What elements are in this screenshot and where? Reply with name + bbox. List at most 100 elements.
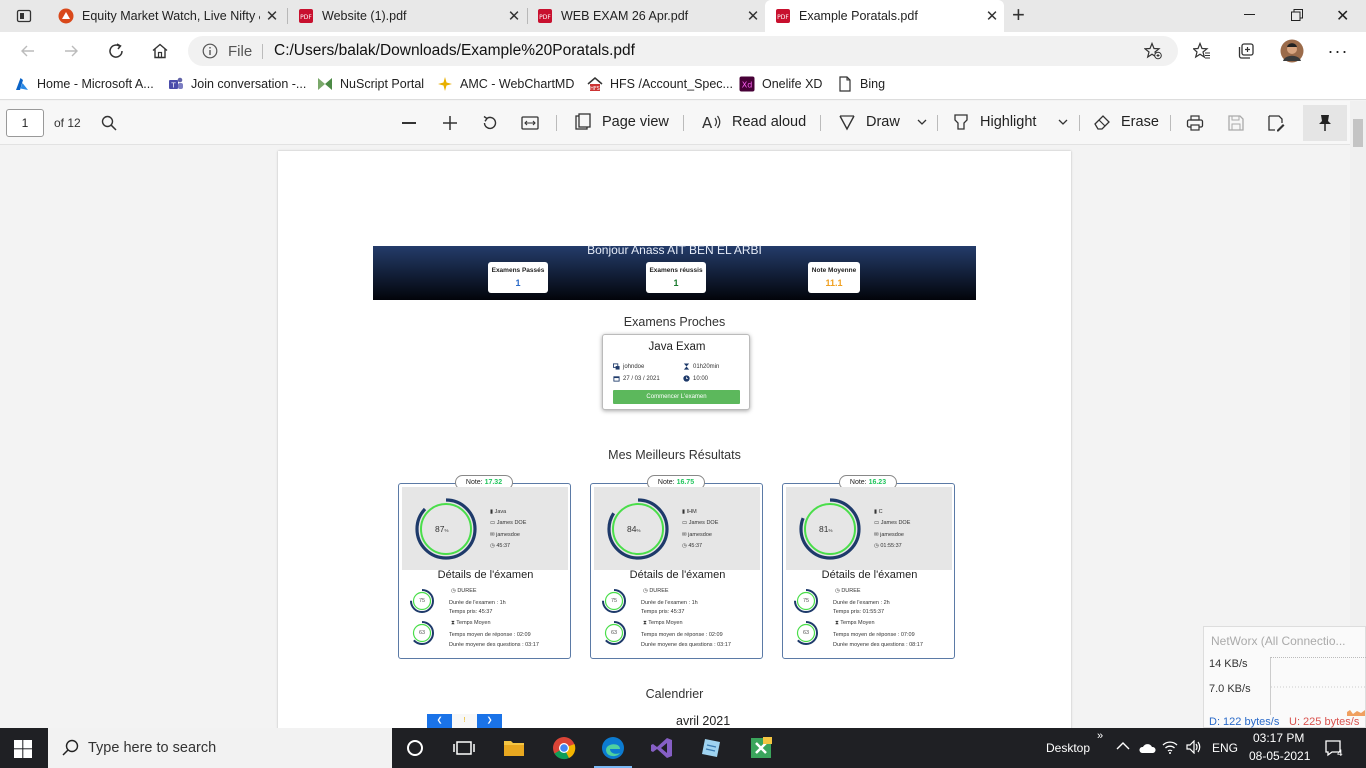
result-subject: Java	[494, 509, 507, 515]
exam-date: 27 / 03 / 2021	[623, 375, 660, 382]
upcoming-exam-card: Java Exam johndoe 01h20min 27 / 03 / 202…	[602, 334, 750, 410]
show-hidden-icons-icon[interactable]	[1116, 741, 1130, 751]
moyen-label: Temps Moyen	[840, 620, 875, 626]
tab-website-pdf[interactable]: PDF Website (1).pdf ✕	[288, 0, 526, 32]
tab-actions-icon[interactable]	[16, 8, 32, 24]
maximize-icon[interactable]	[1291, 9, 1303, 21]
clock-date[interactable]: 08-05-2021	[1249, 749, 1310, 763]
windows-start-icon[interactable]	[14, 740, 32, 758]
profile-avatar[interactable]	[1278, 37, 1306, 65]
save-as-icon[interactable]	[1267, 114, 1285, 132]
add-favorite-icon[interactable]	[1144, 42, 1162, 60]
save-icon[interactable]	[1227, 114, 1245, 132]
calendar-prev-button[interactable]: ❮	[427, 714, 452, 728]
networx-rate-high: 14 KB/s	[1209, 658, 1248, 670]
bookmark-nuscript-portal[interactable]: NuScript Portal	[317, 76, 424, 92]
tab-example-poratals-pdf[interactable]: PDF Example Poratals.pdf ✕	[765, 0, 1004, 32]
new-tab-icon[interactable]: +	[1012, 4, 1025, 26]
file-explorer-icon[interactable]	[502, 736, 526, 760]
favorites-icon[interactable]	[1188, 37, 1216, 65]
url-field[interactable]: File C:/Users/balak/Downloads/Example%20…	[188, 36, 1178, 66]
fit-page-icon[interactable]	[521, 115, 539, 131]
bookmark-home-microsoft[interactable]: Home - Microsoft A...	[14, 76, 154, 92]
welcome-banner: Bonjour Anass AIT BEN EL ARBI Examens Pa…	[373, 243, 976, 300]
search-icon[interactable]	[101, 115, 117, 131]
erase-button[interactable]: Erase	[1093, 113, 1159, 131]
page-view-button[interactable]: Page view	[574, 113, 669, 131]
cortana-icon[interactable]	[403, 736, 427, 760]
highlight-chevron-down-icon[interactable]	[1058, 119, 1068, 126]
rotate-icon[interactable]	[481, 114, 499, 132]
home-icon[interactable]	[146, 37, 174, 65]
result-teacher: James DOE	[496, 520, 527, 526]
notepad-icon[interactable]	[699, 736, 723, 760]
calendar-next-button[interactable]: ❯	[477, 714, 502, 728]
nuscript-icon	[317, 76, 333, 92]
close-icon[interactable]: ✕	[502, 7, 526, 25]
tab-web-exam-pdf[interactable]: PDF WEB EXAM 26 Apr.pdf ✕	[527, 0, 765, 32]
clock-icon	[683, 375, 690, 382]
stat-card-passed: Examens Passés 1	[488, 262, 548, 293]
minimize-icon[interactable]	[1244, 14, 1255, 15]
bookmark-amc-webchartmd[interactable]: AMC - WebChartMD	[437, 76, 574, 92]
bookmark-bing[interactable]: Bing	[837, 76, 885, 92]
info-icon[interactable]	[202, 43, 218, 59]
draw-button[interactable]: Draw	[838, 113, 900, 131]
task-view-icon[interactable]	[452, 736, 476, 760]
temps-pris: Temps pris: 45:37	[641, 609, 685, 615]
chrome-icon[interactable]	[552, 736, 576, 760]
clock-time[interactable]: 03:17 PM	[1253, 731, 1304, 745]
result-time: 01:55:37	[880, 543, 902, 549]
temps-pris: Temps pris: 01:55:37	[833, 609, 885, 615]
draw-chevron-down-icon[interactable]	[917, 119, 927, 126]
visual-studio-icon[interactable]	[650, 736, 674, 760]
close-icon[interactable]: ✕	[741, 7, 765, 25]
notifications-icon[interactable]: 4	[1324, 739, 1344, 757]
page-number-input[interactable]: 1	[6, 109, 44, 137]
collections-icon[interactable]	[1232, 37, 1260, 65]
tab-equity-market[interactable]: Equity Market Watch, Live Nifty & ✕	[48, 0, 284, 32]
language-indicator[interactable]: ENG	[1212, 741, 1238, 755]
back-icon[interactable]	[14, 37, 42, 65]
window-close-icon[interactable]: ✕	[1336, 6, 1349, 26]
scroll-thumb[interactable]	[1353, 119, 1363, 147]
result-card: Note: 16.75 84% ▮ IHM ▭ James DOE ✉ jame…	[590, 475, 763, 659]
calendar-today-button[interactable]: !	[452, 714, 477, 728]
zoom-in-icon[interactable]	[442, 115, 458, 131]
details-title: Détails de l'éxamen	[437, 569, 534, 581]
page-count: of 12	[54, 116, 81, 130]
teams-icon: T	[168, 76, 184, 92]
close-icon[interactable]: ✕	[980, 7, 1004, 25]
url-scheme: File	[228, 43, 253, 60]
onedrive-icon[interactable]	[1138, 742, 1156, 754]
bookmark-join-conversation[interactable]: T Join conversation -...	[168, 76, 306, 92]
desktop-label[interactable]: Desktop	[1046, 741, 1090, 755]
more-menu-icon[interactable]: ···	[1324, 37, 1352, 65]
highlight-button[interactable]: Highlight	[952, 113, 1036, 131]
zoom-out-icon[interactable]	[402, 122, 416, 124]
pin-toolbar-icon[interactable]	[1303, 105, 1347, 141]
read-aloud-button[interactable]: A Read aloud	[702, 113, 806, 131]
expand-chevron-icon[interactable]: »	[1097, 730, 1103, 742]
taskbar-search[interactable]: Type here to search	[48, 728, 392, 768]
print-icon[interactable]	[1186, 114, 1204, 132]
bookmark-hfs-account[interactable]: HFS HFS /Account_Spec...	[587, 76, 733, 92]
close-icon[interactable]: ✕	[260, 7, 284, 25]
forward-icon[interactable]	[57, 37, 85, 65]
bookmark-onelife-xd[interactable]: Xd Onelife XD	[739, 76, 822, 92]
details-title: Détails de l'éxamen	[821, 569, 918, 581]
note-value: 16.23	[868, 479, 887, 486]
duree-score: 75	[802, 598, 810, 604]
start-exam-button[interactable]: Commencer L'examen	[613, 390, 740, 404]
moyen-score: 63	[802, 630, 810, 636]
edge-icon[interactable]	[601, 736, 625, 760]
note-label: Note:	[657, 479, 675, 486]
wifi-icon[interactable]	[1162, 740, 1178, 754]
refresh-icon[interactable]	[102, 37, 130, 65]
notifications-count: 4	[1337, 749, 1343, 757]
svg-text:A: A	[702, 114, 713, 131]
url-text[interactable]: C:/Users/balak/Downloads/Example%20Porat…	[274, 42, 635, 60]
volume-icon[interactable]	[1186, 740, 1202, 754]
result-user: jamesdoe	[688, 532, 712, 538]
app-x-icon[interactable]	[749, 736, 773, 760]
